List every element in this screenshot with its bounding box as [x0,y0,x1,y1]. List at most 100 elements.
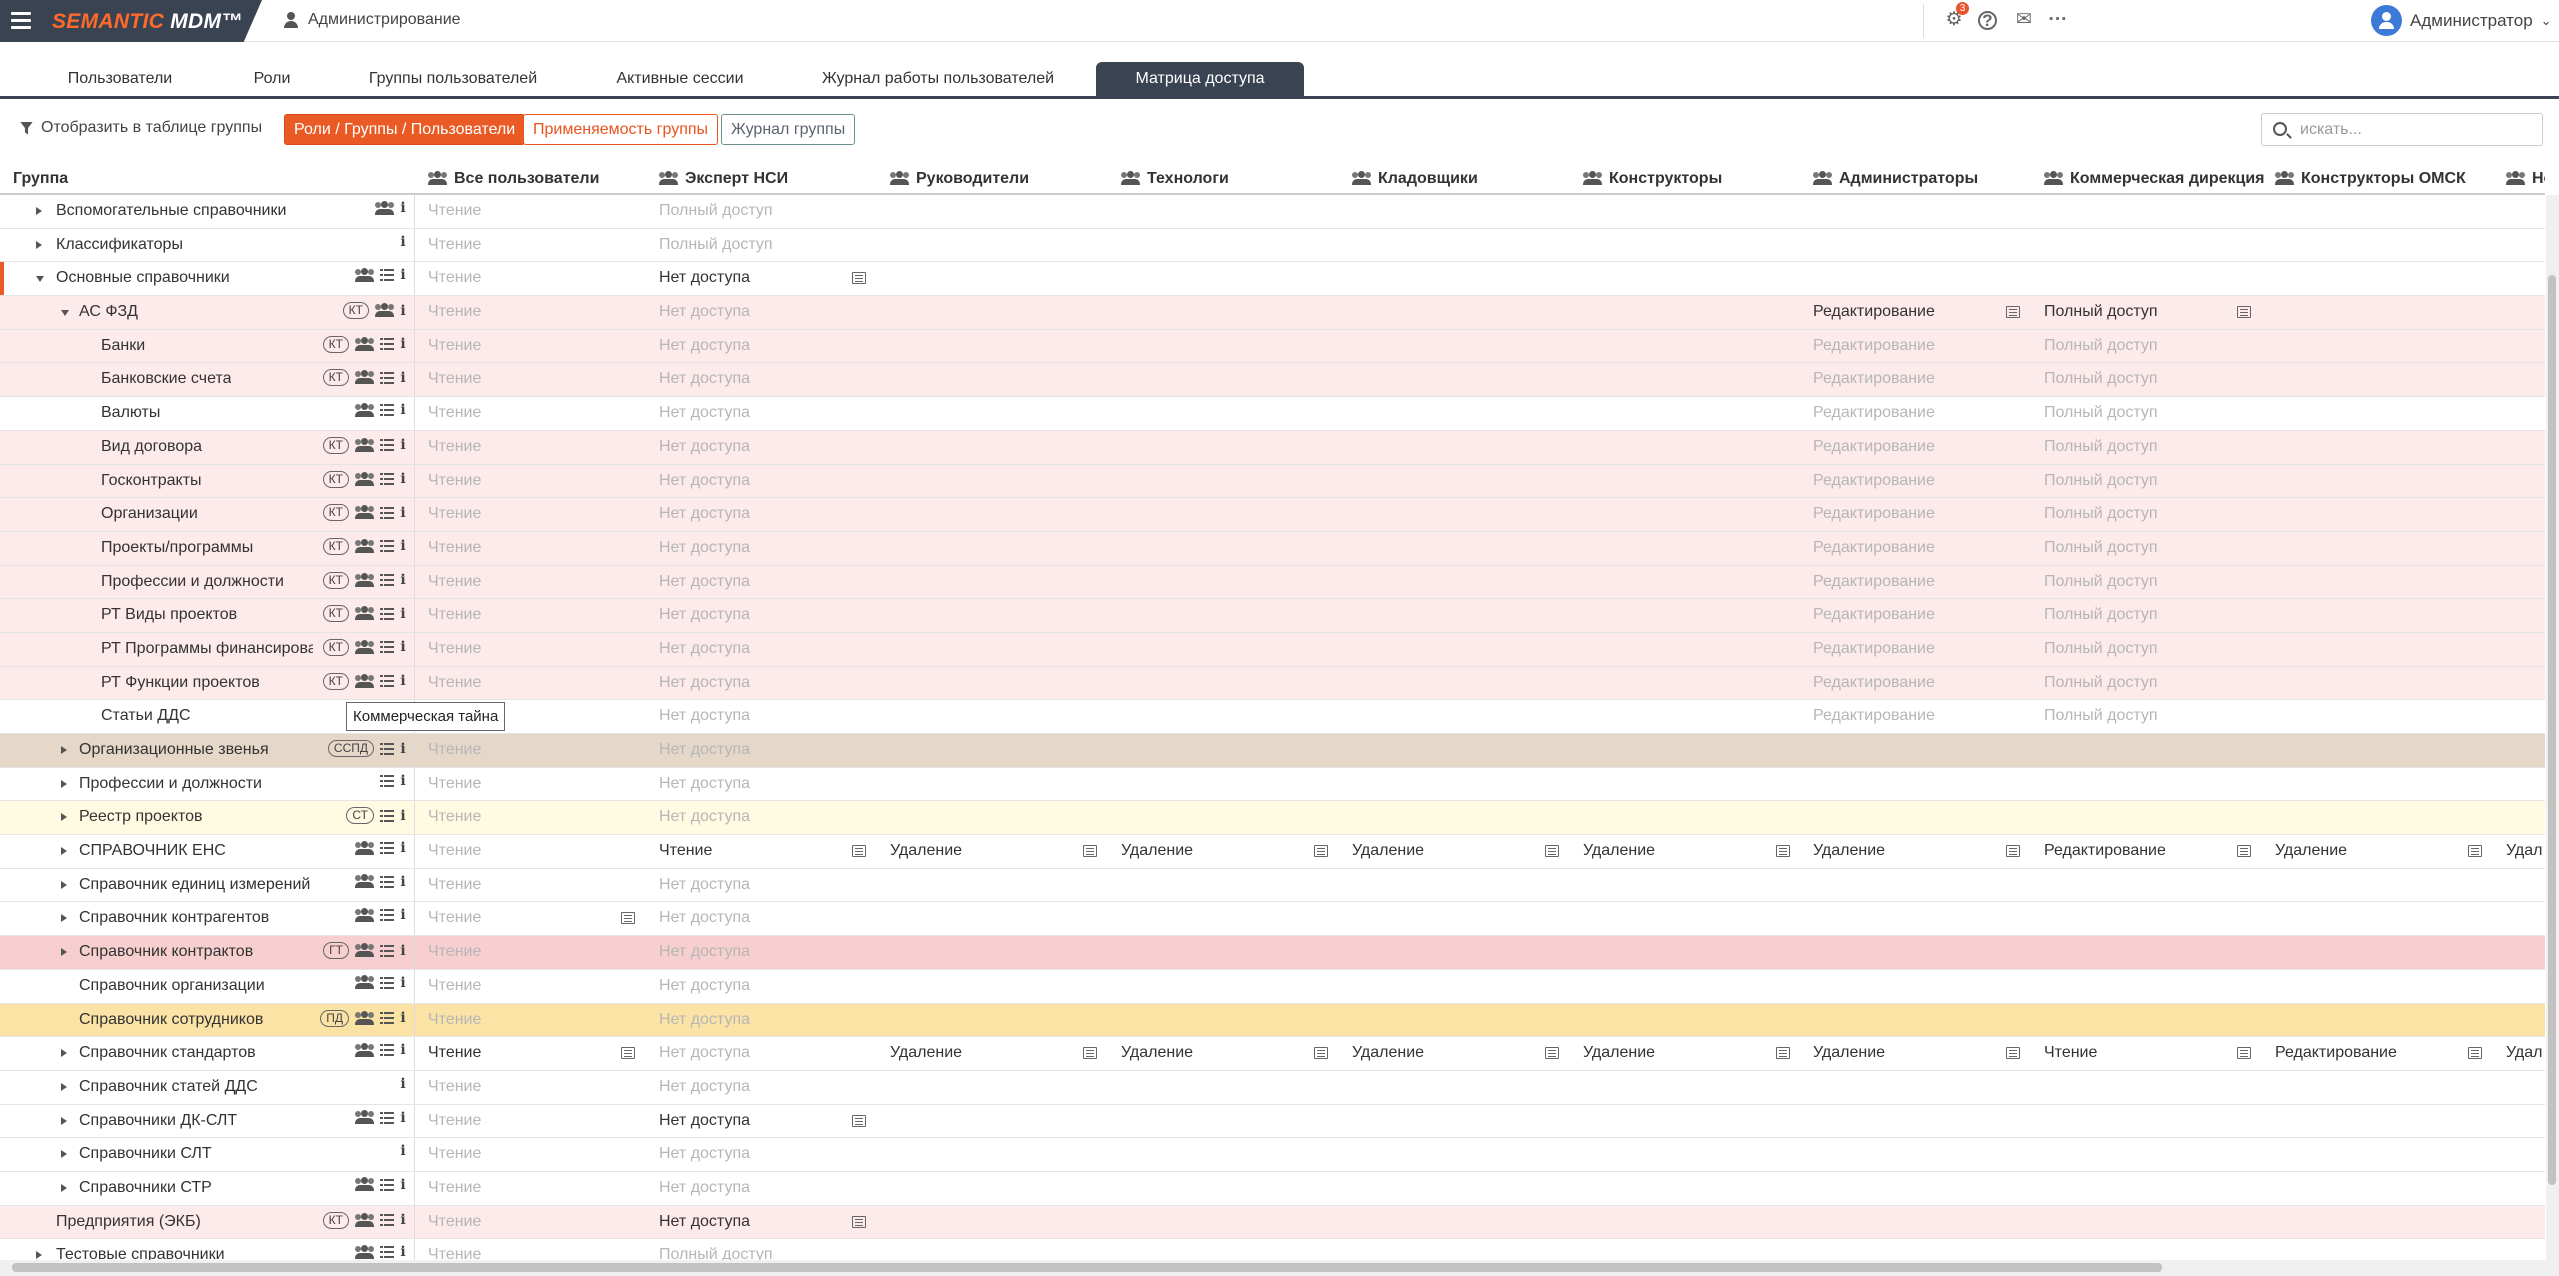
column-header[interactable]: Администраторы [1813,162,1978,195]
users-group-icon[interactable] [355,437,374,452]
access-cell[interactable]: Нет доступа [659,1213,750,1231]
table-row[interactable]: Вспомогательные справочники i Чтение Полный… [0,195,2545,229]
access-cell[interactable]: Чтение [428,606,481,624]
table-row[interactable]: Классификаторы i Чтение Полный доступ [0,228,2545,263]
caret-right-icon[interactable] [36,207,42,215]
info-icon[interactable]: i [400,908,406,922]
table-row[interactable]: Предприятия (ЭКБ) КТ i Чтение Нет доступа [0,1205,2545,1240]
info-icon[interactable]: i [400,809,406,823]
info-icon[interactable]: i [400,201,406,215]
document-icon[interactable] [621,1047,635,1060]
info-icon[interactable]: i [400,1077,406,1091]
confidentiality-tag[interactable]: СТ [346,807,374,825]
gear-icon[interactable]: ⚙ 3 [1943,2,1969,31]
document-icon[interactable] [852,1215,866,1228]
column-header[interactable]: Кладовщики [1352,162,1478,195]
access-cell[interactable]: Удаление [890,842,962,860]
info-icon[interactable]: i [400,841,406,855]
caret-right-icon[interactable] [61,847,67,856]
table-row[interactable]: Основные справочники i Чтение Нет доступа [0,262,2545,297]
users-group-icon[interactable] [355,538,374,553]
caret-right-icon[interactable] [61,746,67,754]
users-group-icon[interactable] [375,303,394,318]
table-row[interactable]: Организационные звенья ССПД i Чтение Нет дос… [0,734,2545,768]
access-cell[interactable]: Нет доступа [659,1145,750,1163]
access-cell[interactable]: Чтение [428,741,481,759]
caret-right-icon[interactable] [61,1150,67,1159]
list-icon[interactable] [380,1012,394,1024]
caret-right-icon[interactable] [61,1082,67,1091]
document-icon[interactable] [1545,1047,1559,1060]
access-cell[interactable]: Удаление [1583,1044,1655,1062]
access-cell[interactable]: Нет доступа [659,1011,750,1029]
access-cell[interactable]: Нет доступа [659,370,750,388]
access-cell[interactable]: Чтение [428,909,481,927]
users-group-icon[interactable] [355,370,374,385]
users-group-icon[interactable] [355,1110,374,1125]
document-icon[interactable] [1545,845,1559,858]
list-icon[interactable] [380,976,394,989]
table-row[interactable]: АС ФЗД КТ i Чтение Нет доступа Редактирование… [0,296,2545,330]
access-cell[interactable]: Редактирование [2044,842,2166,860]
access-cell[interactable]: Чтение [428,1011,481,1029]
access-cell[interactable]: Полный доступ [659,202,773,220]
caret-down-icon[interactable] [61,310,69,317]
section-breadcrumb[interactable]: Администрирование [284,11,461,29]
access-cell[interactable]: Нет доступа [659,876,750,894]
roles-groups-users-button[interactable]: Роли / Группы / Пользователи [284,114,526,145]
access-cell[interactable]: Нет доступа [659,438,750,456]
list-icon[interactable] [380,742,394,755]
info-icon[interactable]: i [400,944,406,958]
access-cell[interactable]: Чтение [2044,1044,2097,1062]
users-group-icon[interactable] [355,1212,374,1227]
table-row[interactable]: СПРАВОЧНИК ЕНС i Чтение Чтение Удаление Удале… [0,835,2545,869]
access-cell[interactable]: Чтение [428,1179,481,1197]
user-menu[interactable]: Администратор ⌄ [2371,5,2552,36]
info-icon[interactable]: i [400,640,406,654]
access-cell[interactable]: Чтение [428,370,481,388]
document-icon[interactable] [1776,1047,1790,1060]
horizontal-scroll-thumb[interactable] [12,1263,2162,1272]
users-group-icon[interactable] [375,200,394,215]
tab-roles[interactable]: Роли [240,62,304,96]
access-cell[interactable]: Нет доступа [659,1078,750,1096]
confidentiality-tag[interactable]: КТ [322,605,349,623]
access-cell[interactable]: Нет доступа [659,303,750,321]
access-cell[interactable]: Удал [2506,1044,2542,1062]
access-cell[interactable]: Чтение [428,539,481,557]
access-cell[interactable]: Нет доступа [659,909,750,927]
access-cell[interactable]: Чтение [428,808,481,826]
access-cell[interactable]: Чтение [428,640,481,658]
access-cell[interactable]: Чтение [428,1145,481,1163]
access-cell[interactable]: Удаление [1352,842,1424,860]
access-cell[interactable]: Редактирование [1813,438,1935,456]
info-icon[interactable]: i [400,1111,406,1125]
access-cell[interactable]: Чтение [428,269,481,287]
access-cell[interactable]: Нет доступа [659,1044,750,1062]
access-cell[interactable]: Чтение [659,842,712,860]
search-input[interactable] [2300,118,2536,142]
info-icon[interactable]: i [400,1011,406,1025]
table-row[interactable]: Справочники ДК-СЛТ i Чтение Нет доступа [0,1104,2545,1139]
list-icon[interactable] [380,842,394,855]
confidentiality-tag[interactable]: КТ [322,638,349,656]
confidentiality-tag[interactable]: КТ [322,1211,349,1229]
table-row[interactable]: РТ Функции проектов КТ i Чтение Нет доступа Р… [0,666,2545,701]
column-header[interactable]: Коммерческая дирекция [2044,162,2265,195]
access-cell[interactable]: Чтение [428,303,481,321]
table-row[interactable]: Справочник сотрудников ПД i Чтение Нет досту… [0,1003,2545,1038]
access-cell[interactable]: Полный доступ [2044,707,2158,725]
table-row[interactable]: РТ Программы финансирования КТ i Чтение Нет … [0,632,2545,667]
access-cell[interactable]: Чтение [428,775,481,793]
info-icon[interactable]: i [400,539,406,553]
caret-right-icon[interactable] [61,813,67,822]
vertical-scroll-thumb[interactable] [2548,275,2556,1185]
caret-right-icon[interactable] [61,948,67,957]
access-cell[interactable]: Полный доступ [2044,337,2158,355]
users-group-icon[interactable] [355,336,374,351]
access-cell[interactable]: Нет доступа [659,269,750,287]
access-cell[interactable]: Удал [2506,842,2542,860]
access-cell[interactable]: Полный доступ [2044,505,2158,523]
access-cell[interactable]: Чтение [428,202,481,220]
access-cell[interactable]: Редактирование [1813,707,1935,725]
